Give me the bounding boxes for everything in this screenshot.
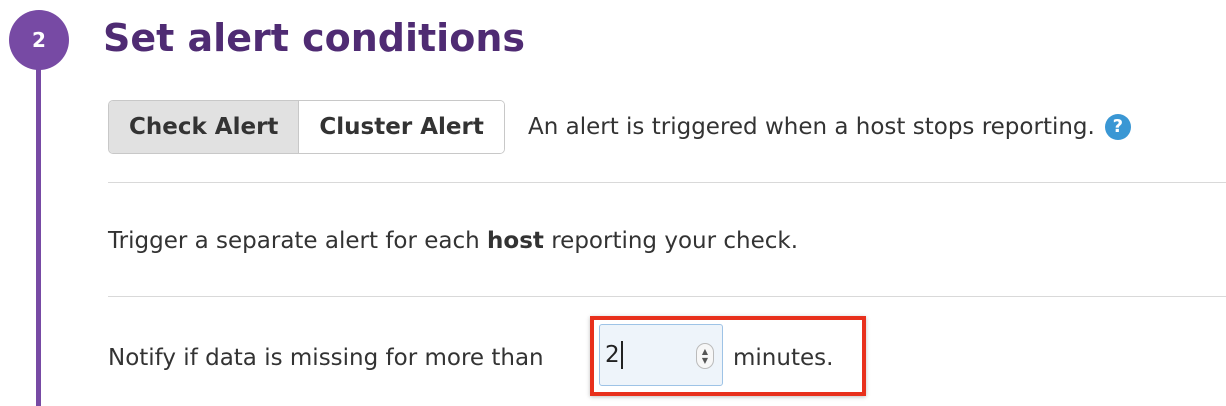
- trigger-description: Trigger a separate alert for each host r…: [108, 225, 798, 257]
- step-number-badge: 2: [9, 10, 69, 70]
- alert-type-description-text: An alert is triggered when a host stops …: [528, 114, 1095, 140]
- missing-data-minutes-input[interactable]: 2 ▲ ▼: [599, 324, 723, 386]
- alert-type-description: An alert is triggered when a host stops …: [528, 100, 1131, 154]
- section-title: Set alert conditions: [103, 16, 525, 60]
- minutes-unit-label: minutes.: [733, 345, 834, 371]
- minutes-value-text: 2: [605, 342, 620, 368]
- alert-type-toggle: Check Alert Cluster Alert: [108, 100, 505, 154]
- check-alert-button[interactable]: Check Alert: [109, 101, 300, 153]
- divider: [108, 296, 1226, 297]
- minutes-input-value[interactable]: 2: [605, 341, 623, 369]
- step-connector-line: [36, 40, 41, 406]
- trigger-text-bold: host: [487, 228, 544, 254]
- text-caret: [620, 341, 623, 369]
- trigger-text-prefix: Trigger a separate alert for each: [108, 228, 480, 254]
- divider: [108, 182, 1226, 183]
- alert-conditions-section: 2 Set alert conditions Check Alert Clust…: [0, 0, 1226, 406]
- trigger-text-suffix: reporting your check.: [551, 228, 799, 254]
- cluster-alert-button[interactable]: Cluster Alert: [299, 101, 504, 153]
- stepper-down-arrow-icon[interactable]: ▼: [702, 356, 708, 365]
- notify-label-text: Notify if data is missing for more than: [108, 345, 544, 371]
- number-stepper-icon[interactable]: ▲ ▼: [696, 343, 714, 369]
- question-circle-icon[interactable]: ?: [1104, 114, 1131, 140]
- stepper-up-arrow-icon[interactable]: ▲: [702, 347, 708, 356]
- notify-label: Notify if data is missing for more than: [108, 338, 544, 378]
